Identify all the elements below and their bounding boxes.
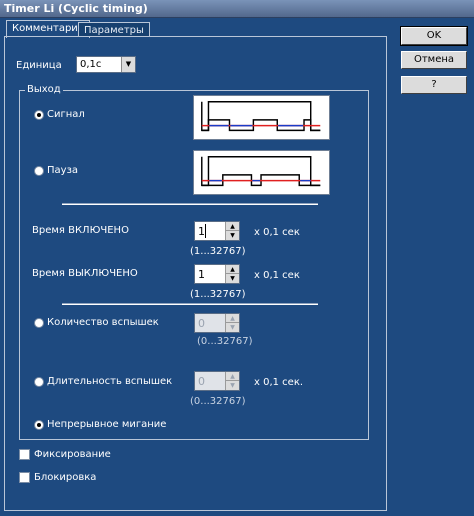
spin-up-icon[interactable]: ▲ [225,222,239,231]
spin-down-icon[interactable]: ▼ [225,274,239,283]
unit-select-value: 0,1с [80,59,102,70]
flash-count-range: (0...32767) [197,336,253,347]
time-on-spinner[interactable]: 1 ▲ ▼ [194,221,240,241]
signal-radio[interactable] [34,110,44,120]
spin-up-icon[interactable]: ▲ [225,265,239,274]
flash-count-spinner[interactable]: 0 ▲ ▼ [194,313,240,333]
spin-down-icon[interactable]: ▼ [225,323,239,332]
cancel-button[interactable]: Отмена [401,51,467,69]
time-on-unit: x 0,1 сек [254,227,300,238]
flash-count-value: 0 [198,317,205,330]
unit-select[interactable]: 0,1с ▼ [76,56,136,73]
pause-label: Пауза [47,165,79,176]
separator [62,203,318,205]
time-off-range: (1...32767) [190,289,246,300]
signal-label: Сигнал [47,109,85,120]
continuous-radio[interactable] [34,420,44,430]
unit-label: Единица [16,60,62,71]
separator [62,303,318,305]
spin-down-icon[interactable]: ▼ [225,381,239,390]
time-on-range: (1...32767) [190,246,246,257]
flash-duration-value: 0 [198,375,205,388]
latching-label: Фиксирование [34,449,111,460]
tab-parameters[interactable]: Параметры [78,22,150,37]
latching-checkbox[interactable] [19,449,30,460]
time-off-value: 1 [198,268,205,281]
time-on-label: Время ВКЛЮЧЕНО [32,225,129,236]
text-cursor [205,224,206,238]
spin-up-icon[interactable]: ▲ [225,314,239,323]
continuous-label: Непрерывное мигание [47,419,167,430]
pause-radio[interactable] [34,166,44,176]
lock-label: Блокировка [34,472,97,483]
time-off-unit: x 0,1 сек [254,270,300,281]
ok-button[interactable]: OK [400,26,468,46]
output-group-title: Выход [25,84,63,95]
flash-duration-spinner[interactable]: 0 ▲ ▼ [194,371,240,391]
flash-duration-label: Длительность вспышек [47,376,173,387]
window-title: Timer Li (Cyclic timing) [4,2,148,15]
pause-timing-diagram [193,150,330,195]
spin-down-icon[interactable]: ▼ [225,231,239,240]
flash-count-radio[interactable] [34,318,44,328]
help-button[interactable]: ? [401,76,467,94]
time-off-spinner[interactable]: 1 ▲ ▼ [194,264,240,284]
flash-duration-range: (0...32767) [190,396,246,407]
chevron-down-icon[interactable]: ▼ [121,57,135,72]
flash-duration-radio[interactable] [34,377,44,387]
signal-timing-diagram [193,95,330,140]
spin-up-icon[interactable]: ▲ [225,372,239,381]
title-bar: Timer Li (Cyclic timing) [0,0,474,18]
lock-checkbox[interactable] [19,472,30,483]
time-on-value: 1 [198,225,205,238]
flash-count-label: Количество вспышек [47,317,159,328]
time-off-label: Время ВЫКЛЮЧЕНО [32,268,138,279]
flash-duration-unit: x 0,1 сек. [254,377,304,388]
